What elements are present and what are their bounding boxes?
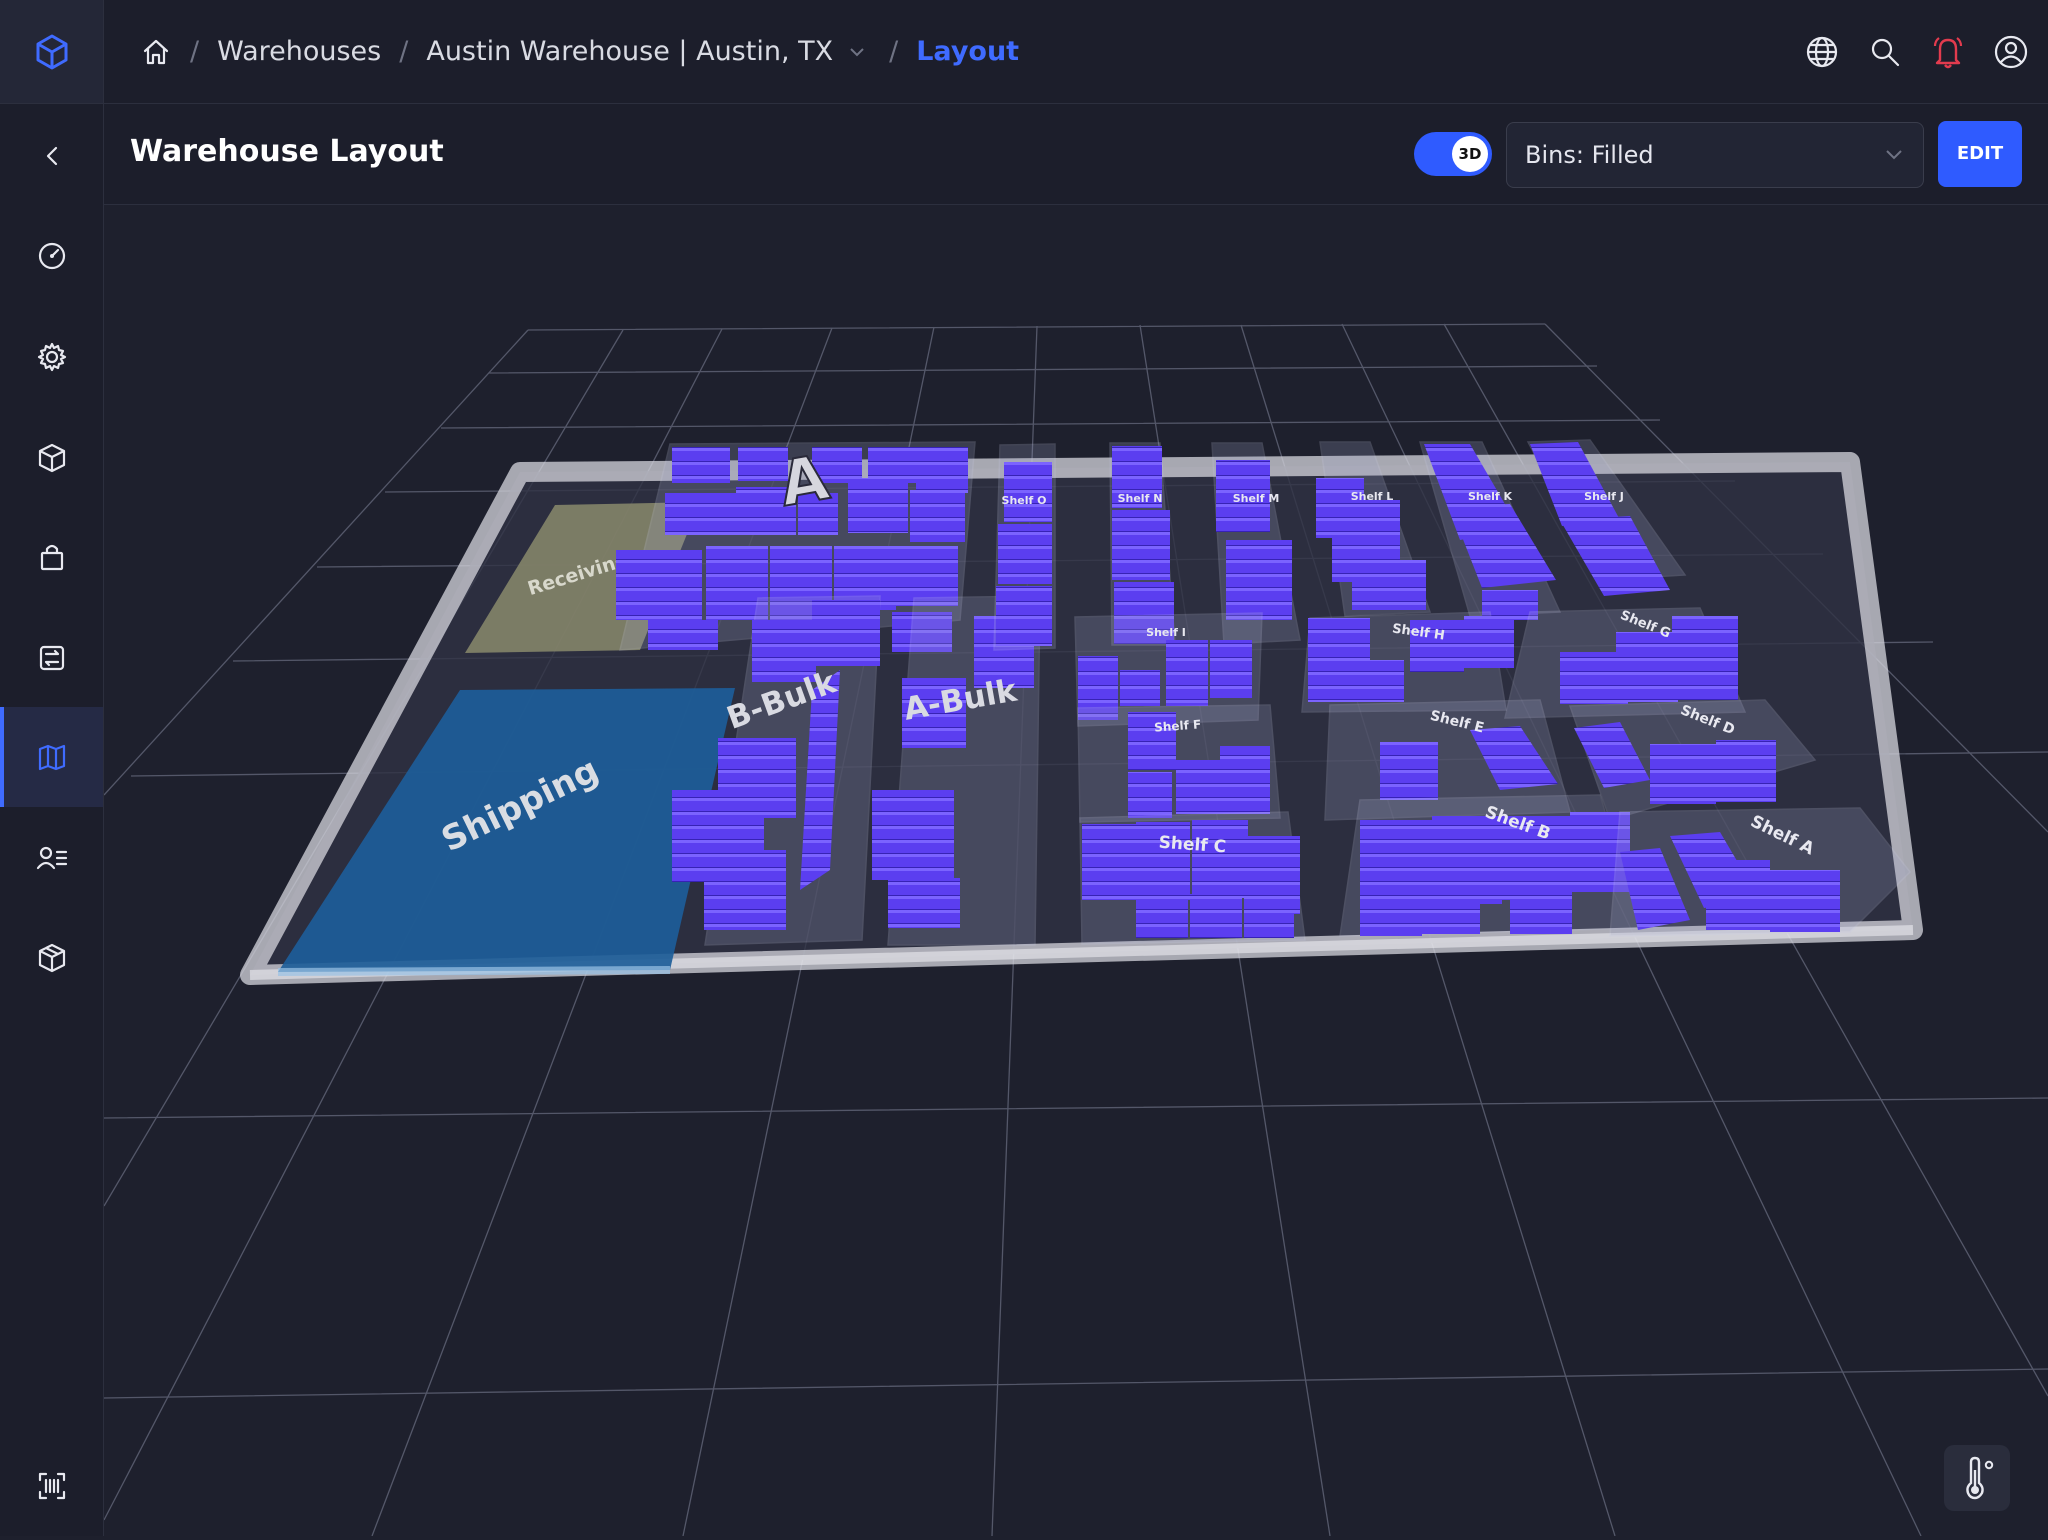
shelf-j-label: Shelf J	[1584, 490, 1624, 503]
shelf-n-label: Shelf N	[1118, 492, 1163, 505]
shelf-a[interactable]: Shelf A	[1609, 807, 1911, 937]
shelf-k-label: Shelf K	[1468, 490, 1513, 503]
edit-button[interactable]: EDIT	[1938, 121, 2022, 187]
user-list-icon	[36, 846, 67, 870]
notifications-button[interactable]	[1916, 34, 1979, 70]
shelf-m-label: Shelf M	[1233, 492, 1280, 505]
search-icon	[1871, 38, 1899, 66]
sidebar-item-layout[interactable]	[0, 707, 103, 807]
breadcrumb-current: Layout	[916, 36, 1020, 67]
app-logo[interactable]	[0, 0, 103, 104]
sidebar-item-collapse[interactable]	[0, 106, 103, 206]
shelf-b[interactable]: Shelf B	[1339, 794, 1642, 937]
shelf-l-label: Shelf L	[1351, 490, 1394, 503]
top-actions	[1790, 0, 2048, 103]
toolbar: Warehouse Layout 3D Bins: Filled EDIT	[104, 104, 2048, 205]
sidebar-item-orders[interactable]	[0, 507, 103, 607]
account-button[interactable]	[1979, 34, 2042, 70]
user-avatar-icon	[1994, 35, 2027, 68]
sidebar-item-settings[interactable]	[0, 307, 103, 407]
temperature-overlay-button[interactable]	[1944, 1445, 2010, 1511]
map-icon	[38, 744, 65, 771]
view-3d-toggle[interactable]: 3D	[1414, 132, 1492, 176]
warehouse-3d-view[interactable]: Receiving Shipping A B-Bulk A-Bulk Shelf…	[103, 205, 2048, 1537]
sidebar-item-packages[interactable]	[0, 908, 103, 1008]
breadcrumb-warehouse[interactable]: Austin Warehouse | Austin, TX	[426, 36, 833, 67]
globe-icon	[1806, 36, 1837, 67]
shelf-c[interactable]: Shelf C	[1079, 811, 1306, 945]
breadcrumb-separator: /	[399, 36, 409, 67]
sidebar-item-dashboard[interactable]	[0, 206, 103, 306]
barcode-scan-icon	[38, 1472, 65, 1500]
sidebar-item-users[interactable]	[0, 808, 103, 908]
shelf-h[interactable]: Shelf H	[1301, 611, 1514, 713]
sidebar-item-transfers[interactable]	[0, 608, 103, 708]
bell-alert-icon	[1933, 36, 1962, 68]
speedometer-icon	[38, 242, 65, 270]
toggle-knob: 3D	[1452, 136, 1488, 172]
package-icon	[38, 943, 65, 973]
transfer-icon	[39, 645, 64, 671]
shelf-o-label: Shelf O	[1002, 494, 1047, 507]
sidebar	[0, 0, 104, 1536]
bins-filter-select[interactable]: Bins: Filled	[1506, 122, 1924, 188]
chevron-left-icon	[46, 146, 57, 166]
language-button[interactable]	[1790, 34, 1853, 70]
box-icon	[38, 443, 65, 473]
breadcrumb-warehouses[interactable]: Warehouses	[217, 36, 381, 67]
shopping-bag-icon	[40, 544, 63, 571]
warehouse-scene[interactable]: Receiving Shipping A B-Bulk A-Bulk Shelf…	[103, 205, 2048, 1537]
sidebar-item-scanner[interactable]	[0, 1436, 103, 1536]
cube-logo-icon	[36, 34, 67, 69]
home-icon[interactable]	[140, 36, 172, 68]
thermometer-icon	[1966, 1456, 1994, 1500]
search-button[interactable]	[1853, 35, 1916, 69]
chevron-down-icon	[1886, 150, 1902, 160]
shelf-o[interactable]: Shelf O	[993, 443, 1056, 651]
bins-filter-value: Bins: Filled	[1525, 141, 1654, 169]
shelf-i-label: Shelf I	[1146, 626, 1186, 639]
page-title: Warehouse Layout	[130, 134, 444, 169]
gear-icon	[37, 342, 66, 372]
top-bar: / Warehouses / Austin Warehouse | Austin…	[104, 0, 2048, 104]
breadcrumb-separator: /	[190, 36, 200, 67]
breadcrumb-separator: /	[889, 36, 899, 67]
breadcrumb: / Warehouses / Austin Warehouse | Austin…	[140, 0, 1019, 103]
sidebar-item-products[interactable]	[0, 408, 103, 508]
chevron-down-icon[interactable]	[847, 42, 867, 62]
shelf-f[interactable]: Shelf F	[1077, 704, 1281, 823]
